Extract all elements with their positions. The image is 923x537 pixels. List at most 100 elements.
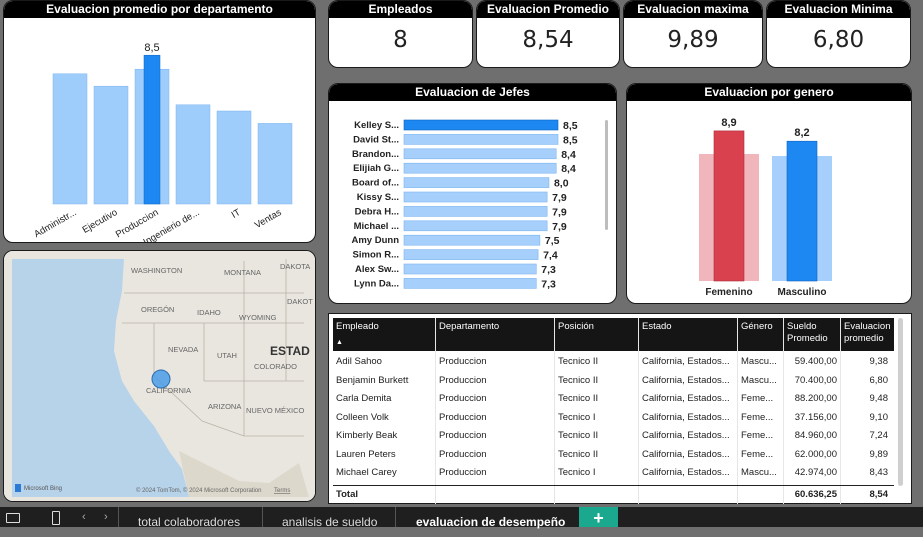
table-cell: Produccion <box>439 448 487 460</box>
table-row[interactable]: Carla Demita Produccion Tecnico II Californ… <box>333 390 894 408</box>
table-cell: Kimberly Beak <box>336 430 398 441</box>
table-cell: 70.400,00 <box>794 374 837 386</box>
table-row[interactable]: Colleen Volk Produccion Tecnico I Californi… <box>333 409 894 427</box>
next-page-icon[interactable]: › <box>104 511 108 523</box>
table-header: Empleado ▲ Departamento Posición Estado … <box>333 318 894 351</box>
jefe-bar[interactable] <box>403 249 539 260</box>
table-cell: Michael Carey <box>336 467 397 478</box>
table-cell: California, Estados... <box>642 430 730 441</box>
kpi-value: 8,54 <box>522 27 574 53</box>
tab-separator <box>118 507 119 527</box>
jefe-data-label: 8,5 <box>563 120 578 132</box>
tab-evaluacion-de-desempeno[interactable]: evaluacion de desempeño <box>416 507 565 529</box>
map-label: DAKOT <box>287 297 313 306</box>
dept-bar[interactable] <box>175 104 211 205</box>
sort-asc-icon[interactable]: ▲ <box>336 337 379 349</box>
genero-bar[interactable] <box>786 140 818 282</box>
tab-separator <box>262 507 263 527</box>
jefe-tick-label: Board of... <box>352 178 399 189</box>
jefe-data-label: 8,0 <box>554 178 569 190</box>
dept-data-label: 8,5 <box>144 42 159 54</box>
jefe-bar[interactable] <box>403 206 548 217</box>
table-cell: California, Estados... <box>642 448 730 460</box>
table-cell: Adil Sahoo <box>336 356 382 367</box>
map-provider: Microsoft Bing <box>24 486 62 492</box>
col-header-evaluacion[interactable]: Evaluacion promedio <box>844 321 890 345</box>
dept-tick-label: Administr... <box>32 207 78 240</box>
table-total-row: Total 60.636,25 8,54 <box>333 485 894 504</box>
jefe-bar[interactable] <box>403 220 548 232</box>
dept-bar[interactable] <box>216 110 252 205</box>
table-row[interactable]: Lauren Peters Produccion Tecnico II Califor… <box>333 446 894 464</box>
dept-bar[interactable] <box>52 73 88 205</box>
prev-page-icon[interactable]: ‹ <box>82 511 86 523</box>
dept-bar[interactable] <box>143 54 161 205</box>
kpi-value: 8 <box>393 27 408 53</box>
col-header-genero[interactable]: Género <box>741 321 773 333</box>
kpi-label: Evaluacion maxima <box>624 1 762 18</box>
jefe-bar[interactable] <box>403 119 559 131</box>
col-header-departamento[interactable]: Departamento <box>439 321 499 333</box>
kpi-card-evaluacion-maxima: Evaluacion maxima 9,89 <box>623 0 763 68</box>
table-cell: 6,80 <box>869 374 889 386</box>
table-cell: 8,43 <box>869 467 889 478</box>
table-cell: Tecnico II <box>558 356 599 367</box>
table-cell: Mascu... <box>741 467 777 478</box>
map-card[interactable]: WASHINGTON MONTANA DAKOTA OREGÓN IDAHO W… <box>3 250 316 502</box>
table-row[interactable]: Kimberly Beak Produccion Tecnico II Califor… <box>333 427 894 445</box>
map-label: WYOMING <box>239 313 277 322</box>
table-scrollbar[interactable] <box>898 318 903 486</box>
jefe-bar[interactable] <box>403 278 537 289</box>
map-canvas[interactable]: WASHINGTON MONTANA DAKOTA OREGÓN IDAHO W… <box>4 251 316 502</box>
table-cell: California, Estados... <box>642 356 730 367</box>
kpi-label: Evaluacion Promedio <box>477 1 619 18</box>
table-row[interactable]: Adil Sahoo Produccion Tecnico II California… <box>333 353 894 371</box>
map-label: IDAHO <box>197 308 221 317</box>
table-cell: California, Estados... <box>642 393 730 404</box>
table-cell: Tecnico II <box>558 393 599 404</box>
map-copyright: © 2024 TomTom, © 2024 Microsoft Corporat… <box>136 487 261 494</box>
dept-chart-card: Evaluacion promedio por departamento Adm… <box>3 0 316 243</box>
jefe-data-label: 7,9 <box>552 206 567 218</box>
mobile-view-icon[interactable] <box>52 511 60 525</box>
jefe-bar[interactable] <box>403 263 537 275</box>
jefe-data-label: 7,4 <box>543 250 558 262</box>
table-cell: 42.974,00 <box>794 467 837 478</box>
table-cell: 59.400,00 <box>794 356 837 367</box>
jefe-bar[interactable] <box>403 177 550 188</box>
genero-data-label: 8,2 <box>794 127 809 139</box>
table-cell: Tecnico II <box>558 448 599 460</box>
jefes-scrollbar[interactable] <box>605 120 608 230</box>
map-label: ESTAD <box>270 344 310 358</box>
col-header-sueldo[interactable]: Sueldo Promedio <box>787 321 828 345</box>
table-cell: Feme... <box>741 448 774 460</box>
jefe-bar[interactable] <box>403 148 557 160</box>
col-header-estado[interactable]: Estado <box>642 321 672 333</box>
map-label: OREGÓN <box>141 305 174 314</box>
table-cell: 9,10 <box>869 411 889 423</box>
genero-tick-label: Femenino <box>705 287 752 298</box>
table-row[interactable]: Benjamin Burkett Produccion Tecnico II Cali… <box>333 372 894 390</box>
jefe-data-label: 7,9 <box>552 192 567 204</box>
tab-total-colaboradores[interactable]: total colaboradores <box>138 507 240 529</box>
jefe-tick-label: Lynn Da... <box>354 278 399 289</box>
col-header-empleado[interactable]: Empleado ▲ <box>336 321 379 349</box>
dept-bar[interactable] <box>93 85 129 205</box>
table-cell: Produccion <box>439 356 487 367</box>
table-cell: 62.000,00 <box>794 448 837 460</box>
table-row[interactable]: Michael Carey Produccion Tecnico I Californ… <box>333 464 894 482</box>
table-cell: 7,24 <box>869 430 889 441</box>
tab-analisis-de-sueldo[interactable]: analisis de sueldo <box>282 507 377 529</box>
desktop-view-icon[interactable] <box>6 513 20 523</box>
jefe-bar[interactable] <box>403 134 559 145</box>
col-header-posicion[interactable]: Posición <box>558 321 594 333</box>
dept-bar[interactable] <box>257 123 293 205</box>
jefe-bar[interactable] <box>403 191 548 203</box>
jefe-bar[interactable] <box>403 162 557 174</box>
genero-bar[interactable] <box>713 130 745 282</box>
map-label: NEVADA <box>168 345 198 354</box>
jefe-tick-label: Simon R... <box>353 250 399 261</box>
dept-tick-label: Ventas <box>253 207 284 231</box>
add-page-button[interactable]: + <box>579 507 618 528</box>
jefe-bar[interactable] <box>403 234 541 246</box>
